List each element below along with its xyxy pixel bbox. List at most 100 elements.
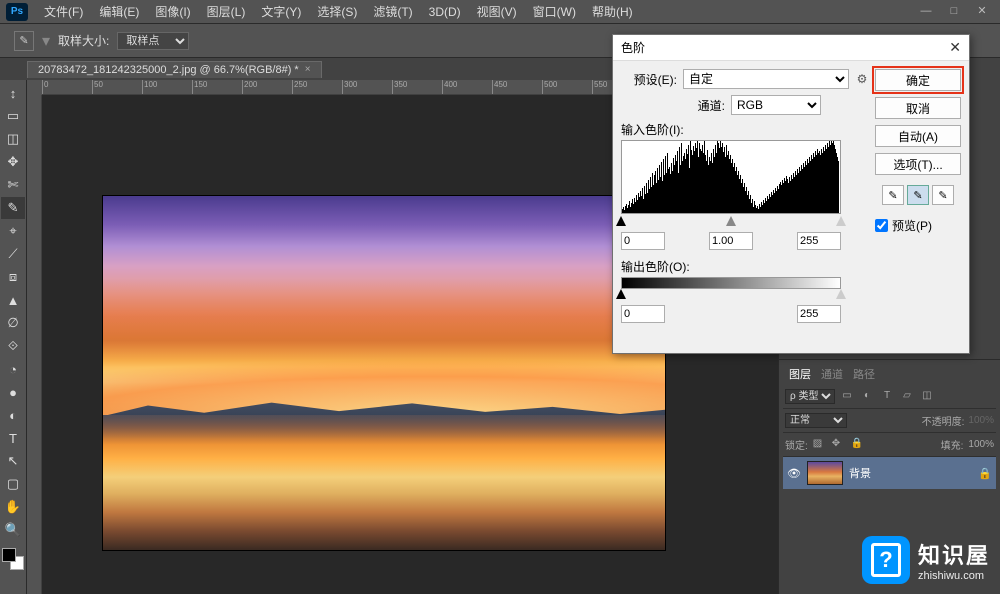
wand-tool[interactable]: ✥ — [1, 151, 25, 173]
blur-tool[interactable]: ◔ — [1, 358, 25, 380]
zoom-tool[interactable]: 🔍 — [1, 519, 25, 541]
fill-value[interactable]: 100% — [968, 439, 994, 450]
document-tab[interactable]: 20783472_181242325000_2.jpg @ 66.7%(RGB/… — [27, 61, 322, 78]
menu-view[interactable]: 视图(V) — [469, 3, 525, 20]
menu-3d[interactable]: 3D(D) — [421, 5, 469, 19]
eyedropper-black-icon[interactable]: ✎ — [882, 185, 904, 205]
ok-button[interactable]: 确定 — [875, 69, 961, 91]
menu-help[interactable]: 帮助(H) — [584, 3, 641, 20]
options-button[interactable]: 选项(T)... — [875, 153, 961, 175]
menu-image[interactable]: 图像(I) — [147, 3, 198, 20]
menu-window[interactable]: 窗口(W) — [525, 3, 584, 20]
ruler-vertical — [27, 95, 42, 594]
filter-image-icon[interactable]: ▭ — [839, 388, 855, 404]
dialog-close-icon[interactable]: ✕ — [949, 39, 961, 56]
menu-select[interactable]: 选择(S) — [309, 3, 365, 20]
visibility-icon[interactable]: 👁 — [787, 467, 801, 480]
eyedropper-gray-icon[interactable]: ✎ — [907, 185, 929, 205]
minimize-button[interactable]: — — [912, 2, 940, 20]
menu-file[interactable]: 文件(F) — [36, 3, 91, 20]
channel-label: 通道: — [669, 97, 725, 114]
filter-shape-icon[interactable]: ▱ — [899, 388, 915, 404]
filter-adjust-icon[interactable]: ◐ — [859, 388, 875, 404]
color-swatches[interactable] — [2, 548, 24, 570]
menu-type[interactable]: 文字(Y) — [253, 3, 309, 20]
lock-label: 锁定: — [785, 437, 808, 452]
marquee-tool[interactable]: ▭ — [1, 105, 25, 127]
preset-label: 预设(E): — [621, 71, 677, 88]
pen-tool[interactable]: ◐ — [1, 404, 25, 426]
output-white-field[interactable] — [797, 305, 841, 323]
tool-indicator-icon[interactable]: ✎ — [14, 31, 34, 51]
close-tab-icon[interactable]: × — [305, 64, 311, 75]
filter-type-icon[interactable]: T — [879, 388, 895, 404]
path-select-tool[interactable]: ↖ — [1, 450, 25, 472]
layer-filter-select[interactable]: ρ 类型 — [785, 389, 835, 404]
opacity-value[interactable]: 100% — [968, 415, 994, 426]
output-gradient — [621, 277, 841, 289]
watermark-cn: 知识屋 — [918, 538, 990, 570]
gradient-tool[interactable]: ⟐ — [1, 335, 25, 357]
eyedropper-tool[interactable]: ✎ — [1, 197, 25, 219]
close-button[interactable]: ✕ — [968, 2, 996, 20]
eyedropper-white-icon[interactable]: ✎ — [932, 185, 954, 205]
channel-select[interactable]: RGB — [731, 95, 821, 115]
dodge-tool[interactable]: ● — [1, 381, 25, 403]
input-gamma-field[interactable] — [709, 232, 753, 250]
lock-pixels-icon[interactable]: ▨ — [813, 438, 827, 452]
menubar: Ps 文件(F) 编辑(E) 图像(I) 图层(L) 文字(Y) 选择(S) 滤… — [0, 0, 1000, 24]
dialog-titlebar[interactable]: 色阶 ✕ — [613, 35, 969, 61]
ps-logo: Ps — [6, 3, 28, 21]
preset-gear-icon[interactable]: ⚙ — [855, 72, 869, 86]
heal-tool[interactable]: ⌖ — [1, 220, 25, 242]
histogram — [621, 140, 841, 214]
auto-button[interactable]: 自动(A) — [875, 125, 961, 147]
lasso-tool[interactable]: ◫ — [1, 128, 25, 150]
cancel-button[interactable]: 取消 — [875, 97, 961, 119]
stamp-tool[interactable]: ⧈ — [1, 266, 25, 288]
tab-layers[interactable]: 图层 — [789, 366, 811, 382]
output-slider[interactable] — [621, 289, 841, 301]
preset-select[interactable]: 自定 — [683, 69, 849, 89]
blend-mode-select[interactable]: 正常 — [785, 413, 847, 428]
menu-filter[interactable]: 滤镜(T) — [365, 3, 420, 20]
output-black-field[interactable] — [621, 305, 665, 323]
lock-all-icon[interactable]: 🔒 — [851, 438, 865, 452]
menu-edit[interactable]: 编辑(E) — [91, 3, 147, 20]
tab-paths[interactable]: 路径 — [853, 366, 875, 382]
output-black-handle[interactable] — [616, 289, 626, 299]
input-gamma-handle[interactable] — [726, 216, 736, 226]
preview-checkbox-input[interactable] — [875, 219, 888, 232]
layer-lock-icon: 🔒 — [978, 467, 992, 480]
move-tool[interactable]: ↕ — [1, 82, 25, 104]
output-levels-label: 输出色阶(O): — [621, 258, 869, 275]
canvas-image[interactable] — [102, 195, 666, 551]
preview-checkbox[interactable]: 预览(P) — [875, 217, 961, 234]
input-white-field[interactable] — [797, 232, 841, 250]
filter-smart-icon[interactable]: ◫ — [919, 388, 935, 404]
crop-tool[interactable]: ✄ — [1, 174, 25, 196]
history-brush-tool[interactable]: ▲ — [1, 289, 25, 311]
shape-tool[interactable]: ▢ — [1, 473, 25, 495]
fill-label: 填充: — [941, 437, 964, 452]
input-slider[interactable] — [621, 216, 841, 228]
type-tool[interactable]: T — [1, 427, 25, 449]
image-water-region — [103, 415, 665, 550]
lock-position-icon[interactable]: ✥ — [832, 438, 846, 452]
maximize-button[interactable]: □ — [940, 2, 968, 20]
input-white-handle[interactable] — [836, 216, 846, 226]
output-white-handle[interactable] — [836, 289, 846, 299]
menu-layer[interactable]: 图层(L) — [199, 3, 254, 20]
input-levels-label: 输入色阶(I): — [621, 121, 869, 138]
layer-item[interactable]: 👁 背景 🔒 — [783, 457, 996, 489]
eraser-tool[interactable]: ∅ — [1, 312, 25, 334]
hand-tool[interactable]: ✋ — [1, 496, 25, 518]
tab-channels[interactable]: 通道 — [821, 366, 843, 382]
input-black-handle[interactable] — [616, 216, 626, 226]
brush-tool[interactable]: ⟋ — [1, 243, 25, 265]
ruler-corner — [27, 80, 42, 95]
sample-size-select[interactable]: 取样点 — [117, 32, 189, 50]
layer-thumbnail[interactable] — [807, 461, 843, 485]
fg-color-swatch[interactable] — [2, 548, 16, 562]
input-black-field[interactable] — [621, 232, 665, 250]
